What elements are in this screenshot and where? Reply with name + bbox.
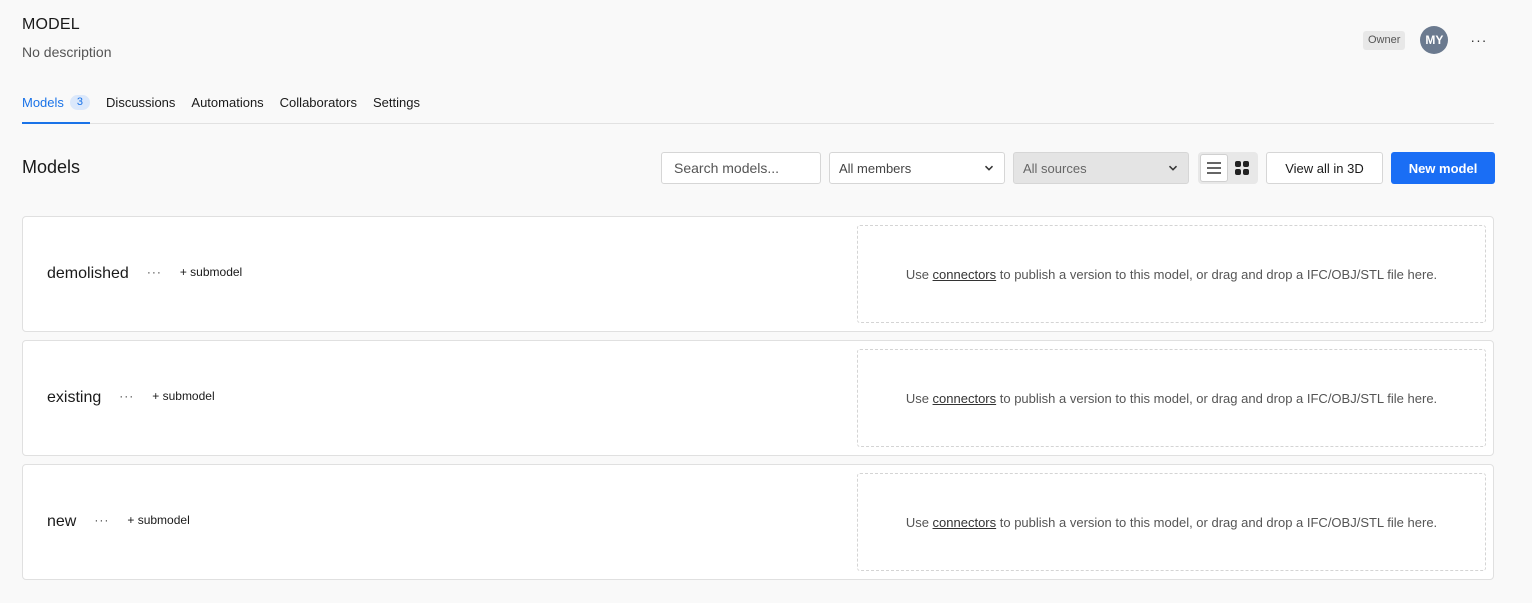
- add-submodel-button[interactable]: + submodel: [180, 265, 242, 279]
- tab-settings[interactable]: Settings: [373, 86, 420, 124]
- tab-count-badge: 3: [69, 95, 91, 110]
- model-name[interactable]: new: [47, 513, 76, 531]
- model-more-button[interactable]: ···: [147, 265, 162, 279]
- tab-label: Models: [22, 95, 64, 110]
- add-submodel-button[interactable]: + submodel: [127, 513, 189, 527]
- view-toggle: [1198, 152, 1258, 184]
- list-icon: [1207, 162, 1221, 174]
- model-header: existing ··· + submodel: [47, 341, 215, 455]
- model-card[interactable]: existing ··· + submodel Use connectors t…: [22, 340, 1494, 456]
- list-view-button[interactable]: [1200, 154, 1228, 182]
- upload-dropzone[interactable]: Use connectors to publish a version to t…: [857, 349, 1486, 447]
- model-header: demolished ··· + submodel: [47, 217, 242, 331]
- model-card[interactable]: new ··· + submodel Use connectors to pub…: [22, 464, 1494, 580]
- section-title: Models: [22, 157, 81, 177]
- connectors-link[interactable]: connectors: [933, 391, 997, 406]
- add-submodel-button[interactable]: + submodel: [152, 389, 214, 403]
- chevron-down-icon: [984, 165, 994, 171]
- members-filter-select[interactable]: All members: [829, 152, 1005, 184]
- project-description[interactable]: No description: [22, 44, 112, 60]
- connectors-link[interactable]: connectors: [933, 267, 997, 282]
- model-more-button[interactable]: ···: [119, 389, 134, 403]
- project-title: MODEL: [22, 16, 80, 33]
- tab-bar: Models 3 Discussions Automations Collabo…: [22, 86, 1494, 124]
- dropzone-text: Use connectors to publish a version to t…: [905, 514, 1438, 530]
- sources-filter-value: All sources: [1023, 160, 1087, 176]
- project-more-button[interactable]: ···: [1470, 33, 1487, 47]
- chevron-down-icon: [1168, 165, 1178, 171]
- dropzone-text: Use connectors to publish a version to t…: [905, 266, 1438, 282]
- connectors-link[interactable]: connectors: [933, 515, 997, 530]
- model-header: new ··· + submodel: [47, 465, 190, 579]
- model-name[interactable]: demolished: [47, 265, 129, 283]
- grid-view-button[interactable]: [1228, 154, 1256, 182]
- upload-dropzone[interactable]: Use connectors to publish a version to t…: [857, 225, 1486, 323]
- view-all-3d-button[interactable]: View all in 3D: [1266, 152, 1383, 184]
- avatar[interactable]: MY: [1420, 26, 1449, 54]
- tab-collaborators[interactable]: Collaborators: [280, 86, 357, 124]
- members-filter-value: All members: [839, 160, 912, 176]
- sources-filter-select[interactable]: All sources: [1013, 152, 1189, 184]
- tab-models[interactable]: Models 3: [22, 86, 91, 124]
- model-name[interactable]: existing: [47, 389, 101, 407]
- tab-automations[interactable]: Automations: [191, 86, 263, 124]
- header-actions: Owner MY ···: [1363, 26, 1487, 54]
- role-badge: Owner: [1363, 30, 1406, 50]
- models-toolbar: All members All sources View all in 3D N…: [661, 152, 1495, 184]
- search-input[interactable]: [661, 152, 821, 184]
- tab-discussions[interactable]: Discussions: [106, 86, 175, 124]
- model-more-button[interactable]: ···: [94, 513, 109, 527]
- upload-dropzone[interactable]: Use connectors to publish a version to t…: [857, 473, 1486, 571]
- dropzone-text: Use connectors to publish a version to t…: [905, 390, 1438, 406]
- model-card[interactable]: demolished ··· + submodel Use connectors…: [22, 216, 1494, 332]
- new-model-button[interactable]: New model: [1391, 152, 1495, 184]
- project-header: MODEL No description: [22, 16, 112, 60]
- grid-icon: [1235, 161, 1249, 175]
